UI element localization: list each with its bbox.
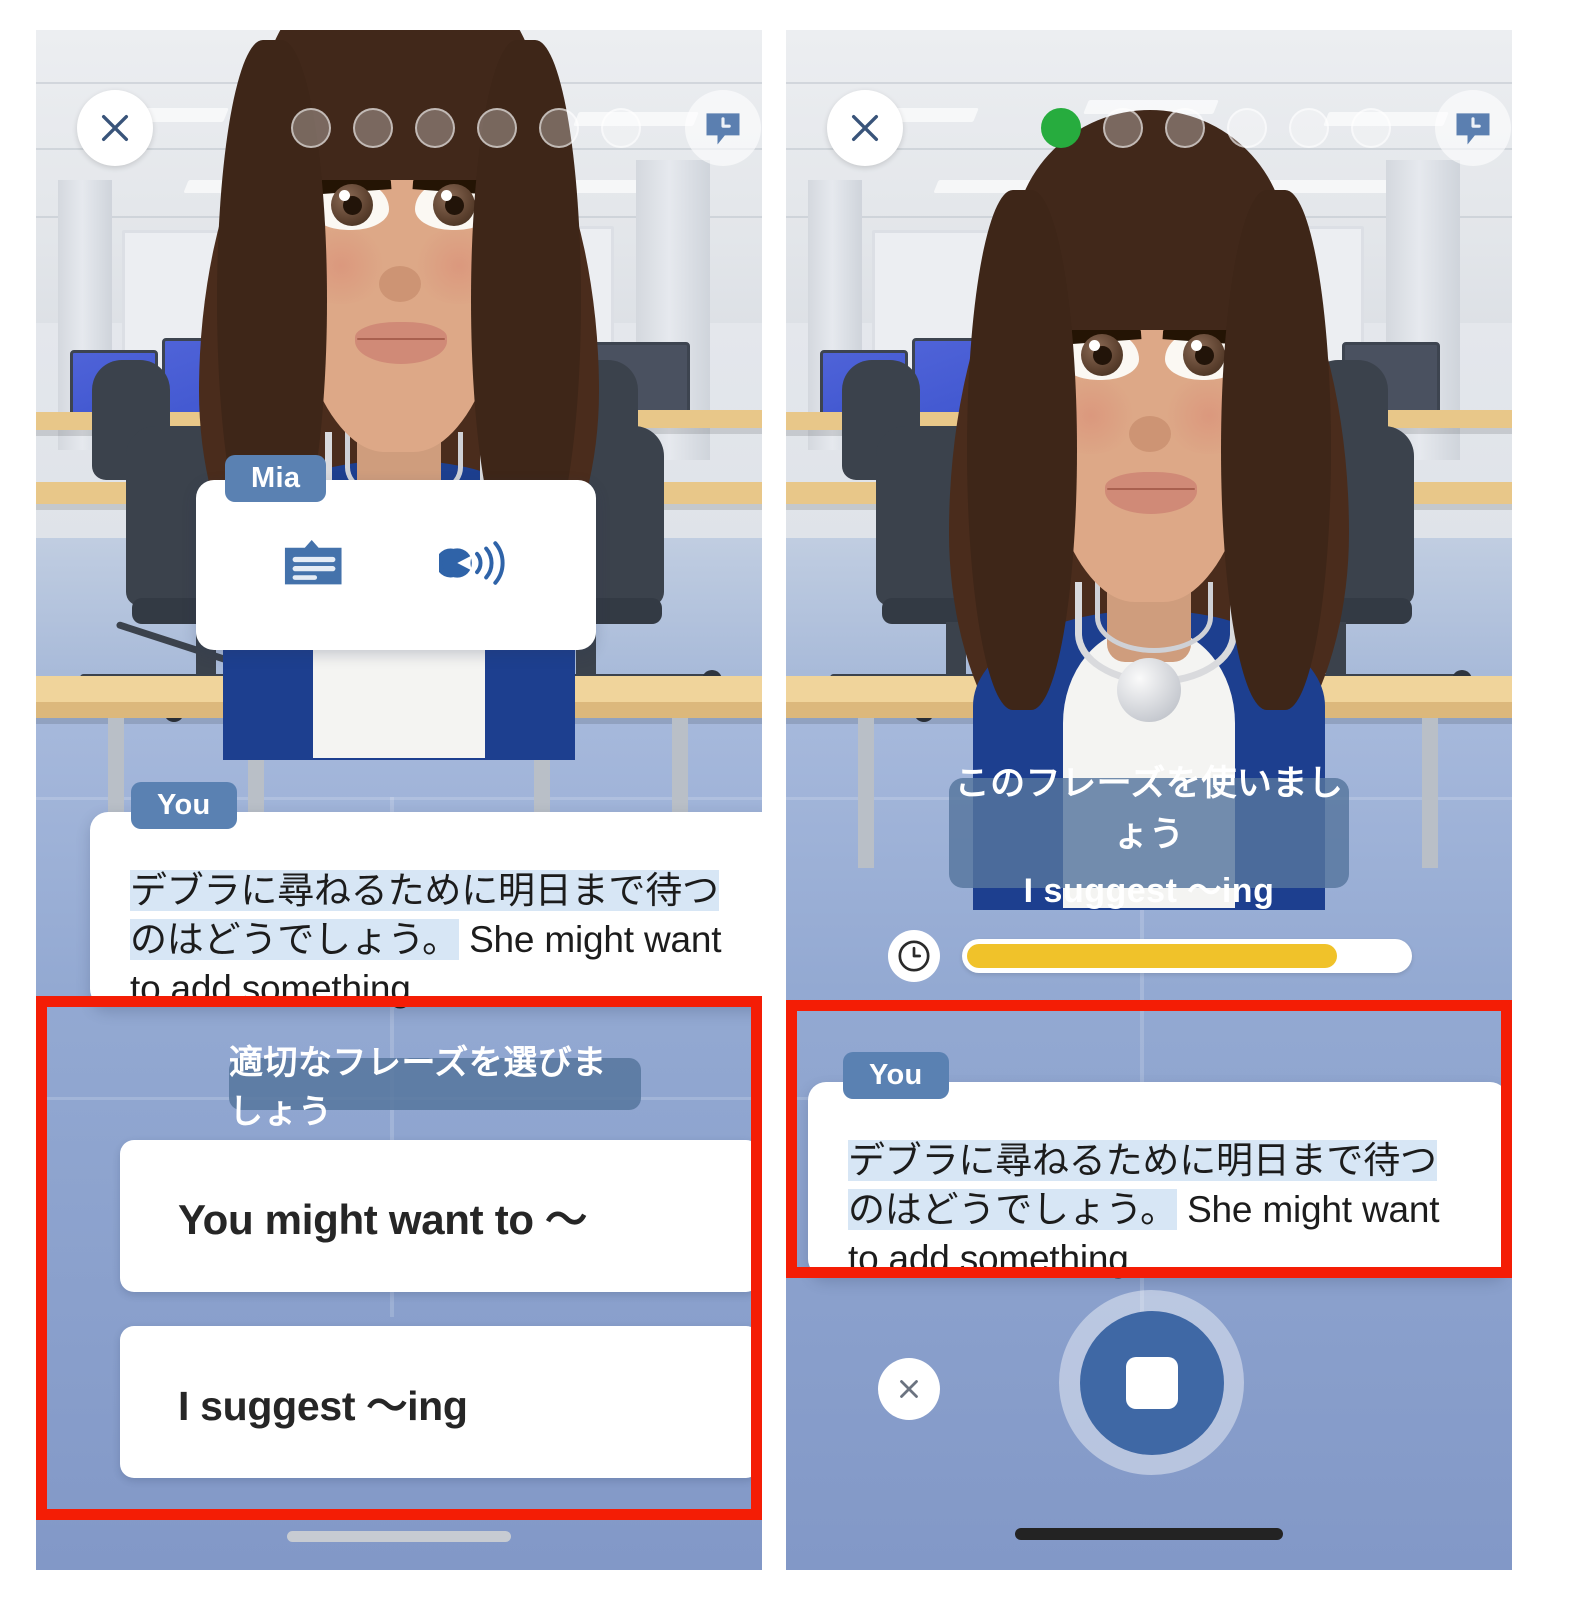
progress-dot (1103, 108, 1143, 148)
progress-dot (477, 108, 517, 148)
progress-dot (601, 108, 641, 148)
recording-timer (888, 930, 1412, 982)
left-phone-screen: Mia You デブラに尋ねるために明日まで待つのはどうでしょう。 She mi… (36, 30, 762, 1570)
speaker-name-chip-you-right: You (843, 1052, 949, 1099)
user-utterance-card-right: デブラに尋ねるために明日まで待つのはどうでしょう。 She might want… (808, 1082, 1508, 1279)
choice-option-label: You might want to ～ (178, 1195, 587, 1243)
progress-dot (1227, 108, 1267, 148)
choice-option-1[interactable]: You might want to ～ (120, 1140, 760, 1292)
speaker-name-chip-you-left: You (131, 782, 237, 829)
target-phrase-banner: このフレーズを使いましょう I suggest ～ing (949, 764, 1349, 910)
choice-option-2[interactable]: I suggest ～ing (120, 1326, 760, 1478)
subtitles-button[interactable] (283, 537, 345, 594)
cancel-recording-button[interactable] (878, 1358, 940, 1420)
speaker-name-chip-mia: Mia (225, 455, 327, 502)
progress-dot (353, 108, 393, 148)
conversation-history-button[interactable] (685, 90, 761, 166)
play-audio-button[interactable] (435, 536, 509, 595)
close-icon (851, 114, 879, 142)
choice-prompt-label: 適切なフレーズを選びましょう (229, 1044, 607, 1131)
subtitles-icon (284, 539, 342, 584)
close-button[interactable] (77, 90, 153, 166)
right-phone-screen: このフレーズを使いましょう I suggest ～ing You デブラに尋ねる… (786, 30, 1512, 1570)
speaker-name-label: You (869, 1059, 923, 1091)
home-indicator-left (287, 1531, 511, 1542)
speaker-name-label: Mia (251, 462, 301, 494)
clock-badge (888, 930, 940, 982)
speaker-voice-icon (435, 540, 505, 585)
user-utterance-card-left: デブラに尋ねるために明日まで待つのはどうでしょう。 She might want… (90, 812, 762, 1009)
banner-instruction: このフレーズを使いましょう (954, 763, 1344, 854)
cancel-recording-icon (900, 1380, 918, 1398)
progress-dot (1165, 108, 1205, 148)
close-icon (101, 114, 129, 142)
home-indicator-right (1015, 1528, 1283, 1540)
speaker-name-label: You (157, 789, 211, 821)
stop-recording-button[interactable] (1059, 1290, 1244, 1475)
right-progress-dots (1041, 108, 1391, 148)
mia-audio-card (196, 480, 596, 650)
left-progress-dots (291, 108, 641, 148)
progress-dot (1289, 108, 1329, 148)
close-button[interactable] (827, 90, 903, 166)
stop-recording-icon (1125, 1356, 1178, 1409)
screenshot-root: Mia You デブラに尋ねるために明日まで待つのはどうでしょう。 She mi… (0, 0, 1584, 1612)
right-top-bar (786, 30, 1512, 170)
timer-track (962, 939, 1412, 973)
choice-option-label: I suggest ～ing (178, 1383, 468, 1429)
conversation-history-icon (706, 113, 740, 145)
progress-dot-completed (1041, 108, 1081, 148)
progress-dot (1351, 108, 1391, 148)
progress-dot (415, 108, 455, 148)
progress-dot (291, 108, 331, 148)
left-top-bar (36, 30, 762, 170)
conversation-history-button[interactable] (1435, 90, 1511, 166)
clock-icon (898, 940, 930, 972)
banner-phrase: I suggest ～ing (1023, 871, 1275, 910)
timer-fill (967, 944, 1337, 968)
conversation-history-icon (1456, 113, 1490, 145)
choice-prompt-title: 適切なフレーズを選びましょう (229, 1044, 641, 1131)
progress-dot (539, 108, 579, 148)
